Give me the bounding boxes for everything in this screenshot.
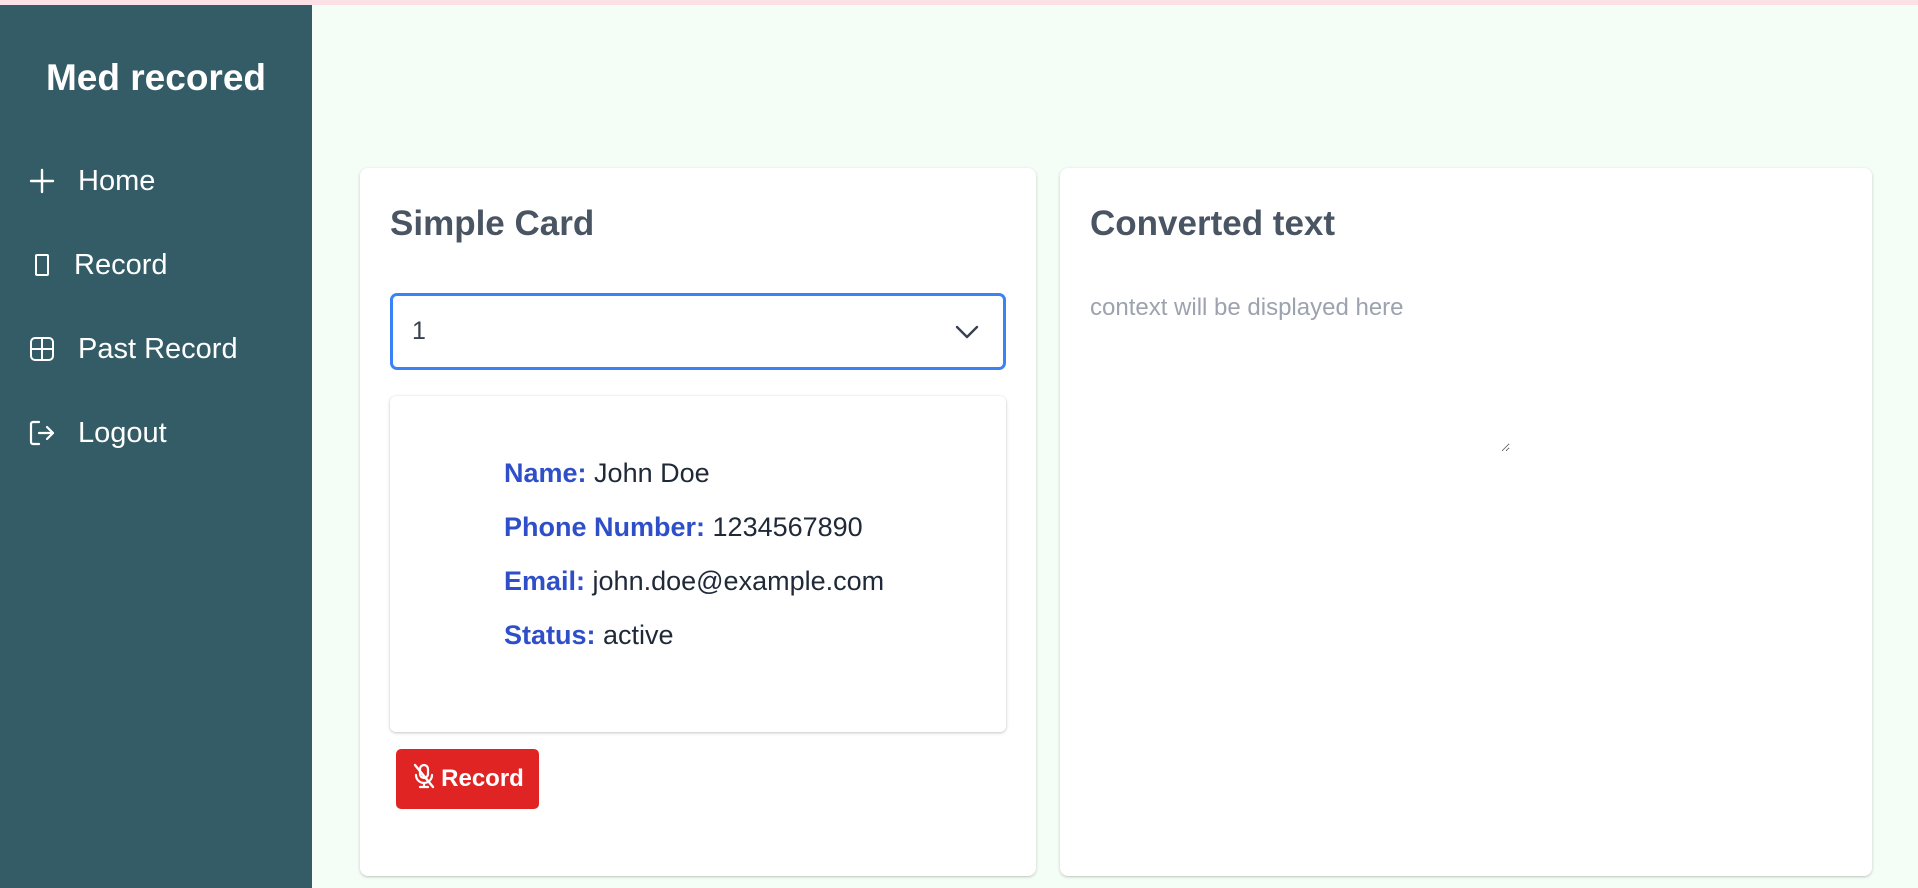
card-title: Simple Card <box>390 204 595 243</box>
brand-title: Med recored <box>45 57 266 98</box>
patient-select[interactable]: 1 <box>390 293 1006 370</box>
converted-text-area[interactable] <box>1090 294 1510 452</box>
info-row-name: Name: John Doe <box>504 458 710 489</box>
converted-text-card: Converted text <box>1060 168 1872 876</box>
patient-card: Simple Card 1 Name: John Doe Phone Numbe… <box>360 168 1036 876</box>
sidebar: Med recored Home Record Past Record Logo… <box>0 5 312 888</box>
sidebar-item-label: Logout <box>78 416 167 449</box>
sidebar-item-label: Home <box>78 164 156 197</box>
email-label: Email: <box>504 566 586 596</box>
plus-icon <box>28 167 56 195</box>
sidebar-item-logout[interactable]: Logout <box>0 403 312 463</box>
select-value: 1 <box>412 317 426 345</box>
sidebar-item-past-record[interactable]: Past Record <box>0 319 312 379</box>
name-value: John Doe <box>594 458 710 488</box>
sidebar-item-record[interactable]: Record <box>0 235 312 295</box>
sidebar-item-home[interactable]: Home <box>0 151 312 211</box>
card-title: Converted text <box>1090 204 1336 243</box>
status-value: active <box>603 620 674 650</box>
status-label: Status: <box>504 620 596 650</box>
patient-info-box: Name: John Doe Phone Number: 1234567890 … <box>390 396 1006 732</box>
info-row-email: Email: john.doe@example.com <box>504 566 884 597</box>
name-label: Name: <box>504 458 587 488</box>
record-button-label: Record <box>441 765 524 792</box>
mic-off-icon <box>411 762 437 797</box>
info-row-phone: Phone Number: 1234567890 <box>504 512 863 543</box>
phone-label: Phone Number: <box>504 512 706 542</box>
email-value: john.doe@example.com <box>592 566 885 596</box>
phone-value: 1234567890 <box>712 512 863 542</box>
record-button[interactable]: Record <box>396 749 539 809</box>
logout-icon <box>28 419 56 447</box>
sidebar-item-label: Past Record <box>78 332 238 365</box>
sidebar-item-label: Record <box>74 248 168 281</box>
info-row-status: Status: active <box>504 620 674 651</box>
chevron-down-icon <box>955 322 979 347</box>
rectangle-icon <box>28 251 56 279</box>
grid-icon <box>28 335 56 363</box>
